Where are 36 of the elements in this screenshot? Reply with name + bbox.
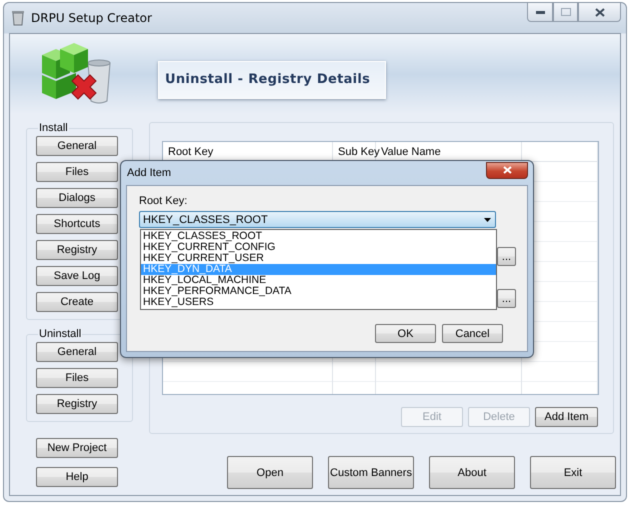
sidebar-button[interactable]: Files — [36, 368, 118, 388]
sidebar-button[interactable]: Shortcuts — [36, 214, 118, 234]
window-title: DRPU Setup Creator — [31, 11, 152, 25]
app-icon — [11, 10, 25, 26]
sidebar-button[interactable]: Save Log — [36, 266, 118, 286]
footer-button[interactable]: Open — [227, 456, 313, 489]
minimize-icon — [536, 10, 544, 14]
browse-button[interactable]: ... — [497, 289, 516, 308]
dialog-button[interactable]: OK — [375, 324, 436, 343]
sidebar-button[interactable]: Registry — [36, 394, 118, 414]
field-label: Root Key: — [139, 195, 188, 207]
close-icon — [502, 166, 512, 174]
sidebar-button[interactable]: Dialogs — [36, 188, 118, 208]
dialog-close-button[interactable] — [486, 162, 528, 178]
maximize-icon — [560, 8, 570, 16]
table-button[interactable]: Add Item — [535, 407, 598, 427]
sidebar-button[interactable]: Files — [36, 162, 118, 182]
sidebar-button[interactable]: Registry — [36, 240, 118, 260]
page-title: Uninstall - Registry Details — [158, 61, 386, 99]
footer-button[interactable]: Custom Banners — [328, 456, 414, 489]
close-button[interactable] — [578, 3, 621, 22]
group-title: Uninstall — [38, 328, 82, 340]
sidebar-button[interactable]: Help — [36, 467, 118, 487]
footer-button[interactable]: About — [429, 456, 515, 489]
group-title: Install — [38, 122, 69, 134]
sidebar-button[interactable]: New Project — [36, 438, 118, 458]
sidebar-button[interactable]: Create — [36, 292, 118, 312]
dialog-button[interactable]: Cancel — [442, 324, 503, 343]
browse-button[interactable]: ... — [497, 247, 516, 266]
sidebar-button[interactable]: General — [36, 136, 118, 156]
dialog-title: Add Item — [126, 167, 172, 179]
dropdown-arrow-icon — [484, 218, 491, 222]
close-icon — [594, 8, 604, 16]
minimize-button[interactable] — [527, 3, 553, 22]
footer-button[interactable]: Exit — [530, 456, 616, 489]
sidebar-button[interactable]: General — [36, 342, 118, 362]
